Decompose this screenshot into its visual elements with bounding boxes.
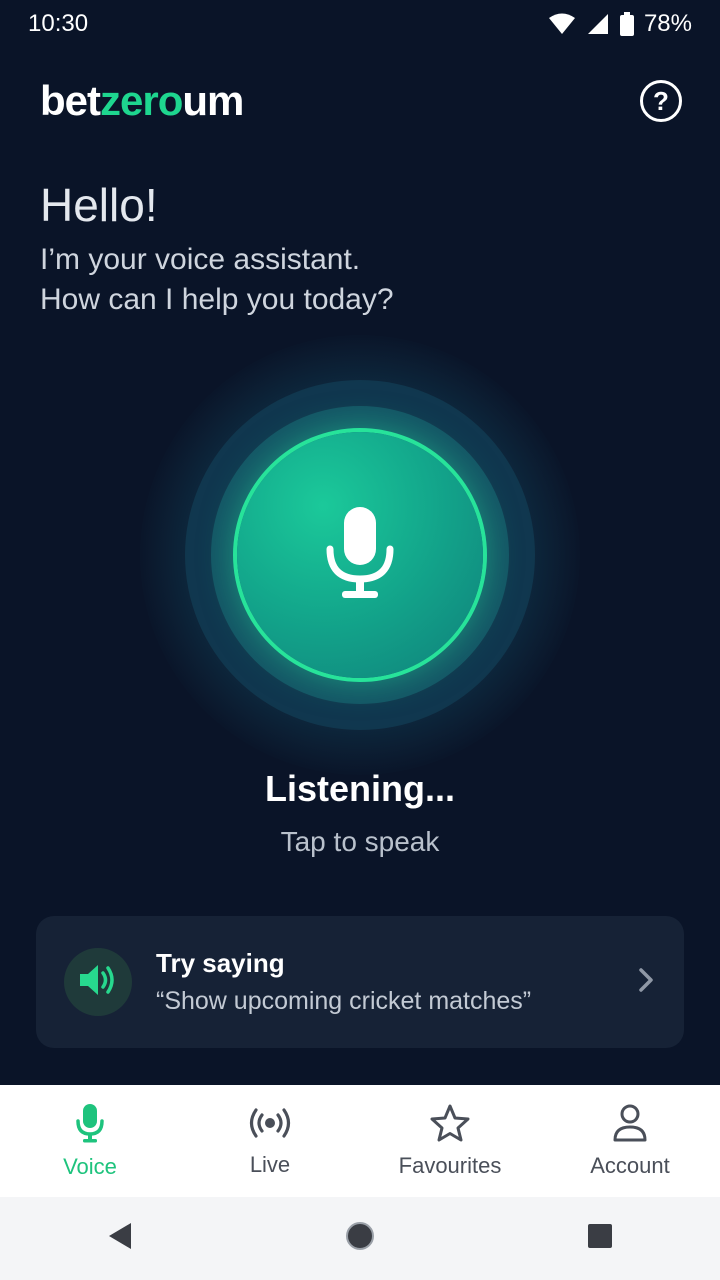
logo-text-zero: zero <box>100 77 183 124</box>
speaker-icon-badge <box>64 948 132 1016</box>
bottom-navigation: Voice Live Favourites Account <box>0 1085 720 1197</box>
back-triangle-icon <box>107 1221 133 1256</box>
logo-text-bet: bet <box>40 77 101 124</box>
nav-label-live: Live <box>249 1151 291 1177</box>
chevron-right-icon <box>636 966 656 999</box>
app-logo: betzeroum <box>40 77 244 125</box>
nav-item-account[interactable]: Account <box>540 1085 720 1197</box>
app-header: betzeroum ? <box>40 77 682 125</box>
nav-item-favourites[interactable]: Favourites <box>360 1085 540 1197</box>
nav-item-live[interactable]: Live <box>180 1085 360 1197</box>
microphone-button[interactable] <box>237 432 483 678</box>
cellular-signal-icon <box>586 12 610 36</box>
logo-text-um: um <box>182 77 244 124</box>
system-back-button[interactable] <box>90 1209 150 1269</box>
greeting-section: Hello! I’m your voice assistant. How can… <box>40 178 680 320</box>
greeting-subtitle: I’m your voice assistant. How can I help… <box>40 240 680 320</box>
suggestion-title: Try saying <box>156 948 285 978</box>
system-recents-button[interactable] <box>570 1209 630 1269</box>
recents-square-icon <box>587 1223 613 1254</box>
live-broadcast-icon <box>248 1105 292 1146</box>
battery-percentage: 78% <box>643 10 692 37</box>
nav-item-voice[interactable]: Voice <box>0 1085 180 1197</box>
star-icon <box>430 1104 470 1147</box>
microphone-icon <box>75 1103 105 1148</box>
system-home-button[interactable] <box>330 1209 390 1269</box>
status-icons: 78% <box>548 10 692 38</box>
help-icon: ? <box>653 85 669 116</box>
home-circle-icon <box>344 1220 376 1257</box>
tap-to-speak-hint: Tap to speak <box>280 826 440 857</box>
status-bar: 10:30 78% <box>0 0 720 48</box>
battery-icon <box>619 12 634 36</box>
greeting-line-1: I’m your voice assistant. <box>40 243 361 276</box>
greeting-line-2: How can I help you today? <box>40 283 394 316</box>
system-navigation-bar <box>0 1197 720 1280</box>
greeting-title: Hello! <box>40 179 158 231</box>
voice-mic-area <box>140 335 580 775</box>
wifi-icon <box>548 12 576 36</box>
nav-label-favourites: Favourites <box>398 1152 502 1178</box>
person-icon <box>612 1104 648 1147</box>
speaker-icon <box>78 962 118 1003</box>
suggestion-text: Try saying “Show upcoming cricket matche… <box>156 948 636 1016</box>
listening-status: Listening... <box>264 768 455 809</box>
status-time: 10:30 <box>28 10 89 37</box>
nav-label-voice: Voice <box>63 1153 117 1179</box>
suggestion-card[interactable]: Try saying “Show upcoming cricket matche… <box>36 916 684 1048</box>
nav-label-account: Account <box>590 1152 670 1178</box>
help-button[interactable]: ? <box>640 80 682 122</box>
suggestion-example: “Show upcoming cricket matches” <box>156 987 532 1015</box>
microphone-icon <box>320 503 400 608</box>
